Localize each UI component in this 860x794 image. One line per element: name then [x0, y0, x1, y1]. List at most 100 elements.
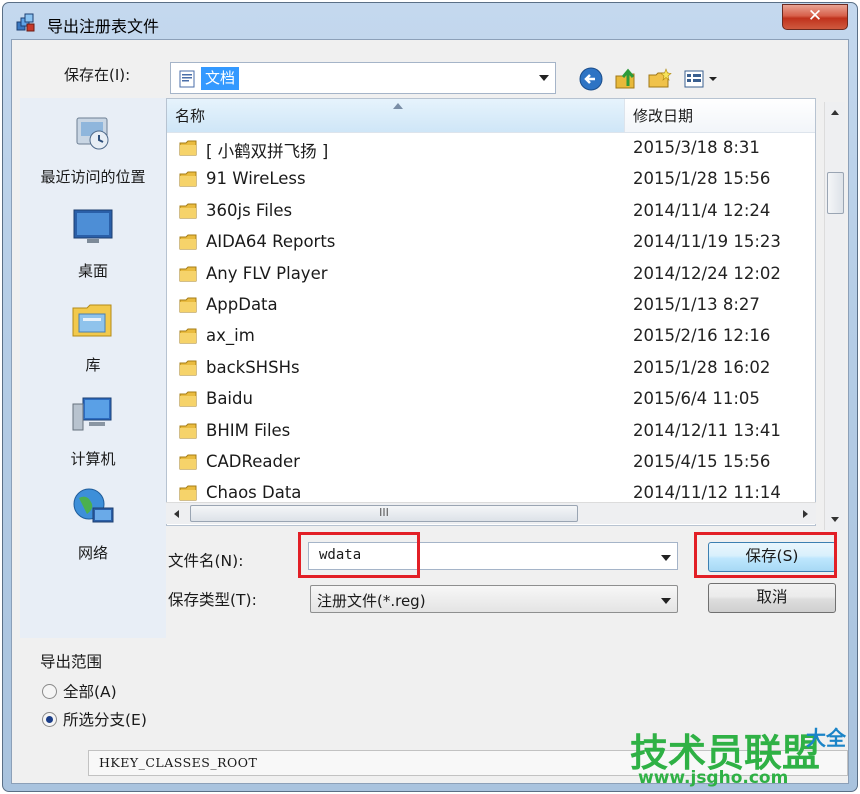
save-in-label: 保存在(I): — [64, 66, 131, 84]
file-date: 2015/2/16 12:16 — [633, 326, 771, 346]
file-date: 2014/11/4 12:24 — [633, 200, 771, 220]
file-list[interactable]: 名称 修改日期 [ 小鹤双拼飞扬 ] 2015/3/18 8:31 91 Wir… — [166, 98, 816, 526]
dialog-window: 导出注册表文件 ✕ 保存在(I): 文档 最近访问的位置 桌面 库 计算机 网络… — [2, 2, 858, 792]
filename-value: wdata — [319, 547, 362, 563]
chevron-down-icon[interactable] — [661, 555, 671, 561]
dialog-client-area: 保存在(I): 文档 最近访问的位置 桌面 库 计算机 网络 名称 修改日期 [… — [11, 39, 849, 784]
scroll-left-icon[interactable] — [174, 510, 179, 518]
export-range-title: 导出范围 — [38, 650, 105, 672]
close-button[interactable]: ✕ — [782, 4, 848, 30]
window-title: 导出注册表文件 — [47, 17, 160, 36]
close-icon: ✕ — [807, 6, 823, 26]
radio-button-checked[interactable] — [42, 712, 57, 727]
new-folder-icon[interactable] — [646, 66, 674, 92]
file-name: 91 WireLess — [206, 169, 306, 189]
file-name: AIDA64 Reports — [206, 232, 336, 252]
file-name: [ 小鹤双拼飞扬 ] — [206, 142, 329, 161]
list-item[interactable]: Any FLV Player 2014/12/24 12:02 — [167, 259, 815, 290]
folder-icon — [179, 140, 197, 156]
folder-icon — [179, 266, 197, 282]
libraries-icon — [72, 304, 112, 337]
place-label: 库 — [85, 356, 101, 374]
file-name: ax_im — [206, 326, 255, 346]
folder-icon — [179, 360, 197, 376]
scroll-down-icon[interactable] — [831, 517, 839, 522]
file-date: 2015/1/28 15:56 — [633, 169, 771, 189]
folder-icon — [179, 328, 197, 344]
filetype-select[interactable]: 注册文件(*.reg) — [310, 585, 678, 613]
vertical-scrollbar[interactable] — [824, 102, 845, 530]
watermark-url: www.jsgho.com — [638, 768, 789, 788]
scroll-up-icon[interactable] — [831, 110, 839, 115]
list-item[interactable]: BHIM Files 2014/12/11 13:41 — [167, 416, 815, 447]
folder-icon — [179, 423, 197, 439]
filetype-label: 保存类型(T): — [168, 591, 257, 609]
desktop-icon — [73, 209, 113, 243]
filename-label: 文件名(N): — [168, 552, 244, 570]
place-libraries[interactable]: 库 — [20, 296, 166, 375]
recent-places-icon — [76, 117, 109, 150]
places-bar: 最近访问的位置 桌面 库 计算机 网络 — [20, 98, 166, 638]
file-rows: [ 小鹤双拼飞扬 ] 2015/3/18 8:31 91 WireLess 20… — [167, 133, 815, 510]
place-label: 桌面 — [77, 262, 108, 280]
network-icon — [73, 488, 114, 523]
list-item[interactable]: Baidu 2015/6/4 11:05 — [167, 384, 815, 415]
save-button-label: 保存(S) — [745, 547, 799, 565]
scroll-grip: III — [379, 506, 389, 519]
folder-icon — [179, 297, 197, 313]
file-name: AppData — [206, 294, 278, 314]
chevron-down-icon — [661, 598, 671, 604]
place-computer[interactable]: 计算机 — [20, 390, 166, 469]
file-date: 2015/1/13 8:27 — [633, 294, 760, 314]
horizontal-scroll-thumb[interactable]: III — [190, 505, 578, 522]
save-in-dropdown[interactable]: 文档 — [170, 62, 556, 94]
folder-icon — [179, 391, 197, 407]
place-desktop[interactable]: 桌面 — [20, 202, 166, 281]
file-name: backSHSHs — [206, 357, 300, 377]
file-date: 2015/4/15 15:56 — [633, 451, 771, 471]
column-header-name[interactable]: 名称 — [167, 99, 625, 133]
radio-selected-branch[interactable]: 所选分支(E) — [42, 708, 147, 730]
file-date: 2014/11/19 15:23 — [633, 232, 781, 252]
radio-button[interactable] — [42, 684, 57, 699]
file-name: 360js Files — [206, 200, 293, 220]
folder-icon — [179, 171, 197, 187]
back-arrow-icon[interactable] — [578, 66, 606, 92]
file-date: 2014/11/12 11:14 — [633, 483, 781, 503]
file-date: 2015/1/28 16:02 — [633, 357, 771, 377]
column-header-date[interactable]: 修改日期 — [625, 99, 815, 133]
file-name: CADReader — [206, 451, 300, 471]
filename-input[interactable]: wdata — [308, 542, 678, 570]
file-date: 2014/12/24 12:02 — [633, 263, 781, 283]
title-bar[interactable]: 导出注册表文件 ✕ — [3, 3, 857, 43]
place-network[interactable]: 网络 — [20, 484, 166, 563]
list-item[interactable]: AIDA64 Reports 2014/11/19 15:23 — [167, 227, 815, 258]
file-name: Baidu — [206, 389, 253, 409]
list-item[interactable]: 91 WireLess 2015/1/28 15:56 — [167, 164, 815, 195]
list-item[interactable]: [ 小鹤双拼飞扬 ] 2015/3/18 8:31 — [167, 133, 815, 164]
place-label: 计算机 — [70, 450, 116, 468]
filetype-value: 注册文件(*.reg) — [317, 592, 426, 610]
view-menu-icon[interactable] — [682, 66, 722, 92]
place-label: 网络 — [77, 544, 108, 562]
list-item[interactable]: CADReader 2015/4/15 15:56 — [167, 447, 815, 478]
place-recent[interactable]: 最近访问的位置 — [20, 108, 166, 187]
sort-ascending-icon — [393, 103, 403, 109]
chevron-down-icon — [539, 75, 549, 81]
list-item[interactable]: backSHSHs 2015/1/28 16:02 — [167, 353, 815, 384]
scroll-right-icon[interactable] — [803, 510, 808, 518]
radio-all-label: 全部(A) — [63, 683, 117, 701]
up-folder-icon[interactable] — [612, 66, 640, 92]
radio-all[interactable]: 全部(A) — [42, 680, 117, 702]
horizontal-scrollbar[interactable]: III — [166, 502, 816, 524]
file-name: BHIM Files — [206, 420, 291, 440]
list-item[interactable]: ax_im 2015/2/16 12:16 — [167, 321, 815, 352]
save-button[interactable]: 保存(S) — [708, 542, 836, 572]
list-item[interactable]: 360js Files 2014/11/4 12:24 — [167, 196, 815, 227]
list-item[interactable]: AppData 2015/1/13 8:27 — [167, 290, 815, 321]
place-label: 最近访问的位置 — [40, 168, 146, 186]
vertical-scroll-thumb[interactable] — [827, 172, 844, 214]
folder-icon — [179, 454, 197, 470]
computer-icon — [72, 397, 112, 431]
cancel-button[interactable]: 取消 — [708, 583, 836, 613]
